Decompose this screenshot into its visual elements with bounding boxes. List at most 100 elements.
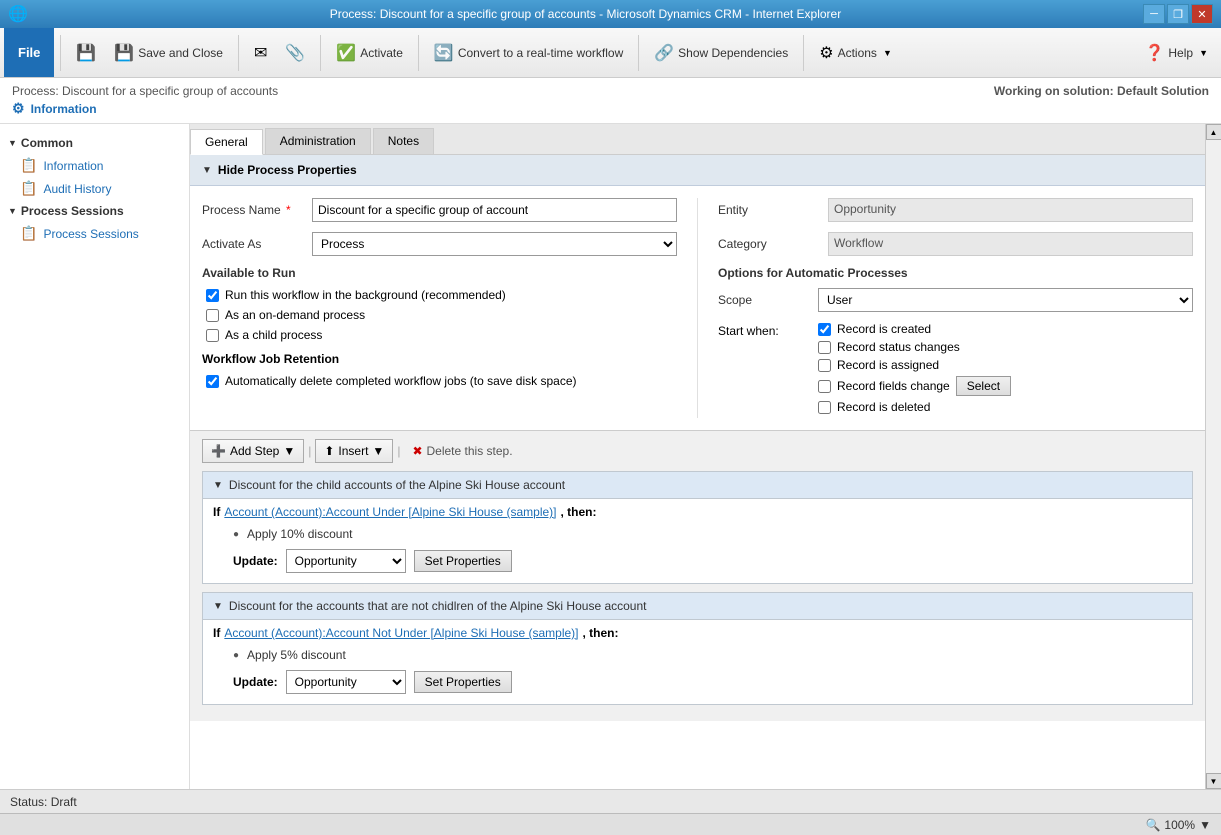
sidebar-item-audit-history[interactable]: 📋 Audit History — [0, 177, 189, 200]
tab-administration[interactable]: Administration — [265, 128, 371, 154]
sidebar-item-information[interactable]: 📋 Information — [0, 154, 189, 177]
props-right: Entity Opportunity Category Workflow Opt… — [697, 198, 1193, 418]
record-assigned-checkbox[interactable] — [818, 359, 831, 372]
run-background-checkbox[interactable] — [206, 289, 219, 302]
step-2-account-link[interactable]: Account (Account):Account Not Under [Alp… — [224, 626, 578, 640]
convert-button[interactable]: 🔄 Convert to a real-time workflow — [425, 34, 632, 72]
add-step-button[interactable]: ➕ Add Step ▼ — [202, 439, 304, 463]
start-when-deleted: Record is deleted — [818, 400, 1011, 414]
page-title: Information — [31, 102, 97, 116]
scroll-up-button[interactable]: ▲ — [1206, 124, 1221, 140]
record-created-label: Record is created — [837, 322, 931, 336]
restore-button[interactable]: ❐ — [1167, 4, 1189, 24]
start-when-area: Start when: Record is created Record sta… — [718, 322, 1193, 418]
activate-icon: ✅ — [336, 43, 356, 63]
props-left: Process Name * Activate As Process Avail… — [202, 198, 697, 418]
record-status-checkbox[interactable] — [818, 341, 831, 354]
convert-icon: 🔄 — [434, 43, 454, 63]
sidebar-group-common: ▼ Common — [0, 132, 189, 154]
activate-button[interactable]: ✅ Activate — [327, 34, 412, 72]
tab-general[interactable]: General — [190, 129, 263, 155]
tab-notes[interactable]: Notes — [373, 128, 434, 154]
step-block-header-1: ▼ Discount for the child accounts of the… — [203, 472, 1192, 499]
step-1-account-link[interactable]: Account (Account):Account Under [Alpine … — [224, 505, 556, 519]
header-area: Process: Discount for a specific group o… — [0, 78, 1221, 124]
step-block-1: ▼ Discount for the child accounts of the… — [202, 471, 1193, 584]
record-assigned-label: Record is assigned — [837, 358, 939, 372]
on-demand-checkbox[interactable] — [206, 309, 219, 322]
record-deleted-checkbox[interactable] — [818, 401, 831, 414]
process-sessions-triangle-icon: ▼ — [8, 206, 17, 216]
select-fields-button[interactable]: Select — [956, 376, 1011, 396]
help-caret-icon: ▼ — [1199, 48, 1208, 58]
email-toolbar-item[interactable]: ✉ — [245, 34, 276, 72]
actions-dropdown[interactable]: ⚙ Actions ▼ — [810, 34, 901, 72]
if-keyword-2: If — [213, 626, 220, 640]
step-2-apply-text: Apply 5% discount — [247, 648, 346, 662]
minimize-button[interactable]: ─ — [1143, 4, 1165, 24]
working-on-solution: Working on solution: Default Solution — [994, 84, 1209, 98]
information-icon: 📋 — [20, 157, 37, 174]
actions-caret-icon: ▼ — [883, 48, 892, 58]
step-collapse-1[interactable]: ▼ — [213, 480, 223, 491]
add-step-caret: ▼ — [283, 444, 295, 458]
toolbar-separator-3 — [320, 35, 321, 71]
on-demand-row: As an on-demand process — [202, 308, 677, 322]
zoom-caret-icon[interactable]: ▼ — [1199, 818, 1211, 832]
scroll-down-button[interactable]: ▼ — [1206, 773, 1221, 789]
start-when-status: Record status changes — [818, 340, 1011, 354]
zoom-bar: 🔍 100% ▼ — [0, 813, 1221, 835]
delete-step-button[interactable]: ✖ Delete this step. — [404, 440, 520, 462]
process-name-label: Process Name * — [202, 203, 312, 217]
sidebar-item-process-sessions[interactable]: 📋 Process Sessions — [0, 222, 189, 245]
toolbar: File 💾 💾 Save and Close ✉ 📎 ✅ Activate 🔄… — [0, 28, 1221, 78]
entity-value: Opportunity — [828, 198, 1193, 222]
step-2-set-properties-button[interactable]: Set Properties — [414, 671, 512, 693]
properties-area: Process Name * Activate As Process Avail… — [190, 186, 1205, 430]
process-sessions-icon: 📋 — [20, 225, 37, 242]
step-collapse-2[interactable]: ▼ — [213, 601, 223, 612]
insert-button[interactable]: ⬆ Insert ▼ — [315, 439, 393, 463]
close-button[interactable]: ✕ — [1191, 4, 1213, 24]
record-created-checkbox[interactable] — [818, 323, 831, 336]
record-fields-checkbox[interactable] — [818, 380, 831, 393]
process-properties-section-header[interactable]: ▼ Hide Process Properties — [190, 155, 1205, 186]
record-deleted-label: Record is deleted — [837, 400, 930, 414]
save-and-close-button[interactable]: 💾 Save and Close — [105, 34, 232, 72]
activate-as-select[interactable]: Process — [312, 232, 677, 256]
steps-sep-1: | — [308, 444, 311, 458]
attach-toolbar-item[interactable]: 📎 — [276, 34, 314, 72]
entity-label: Entity — [718, 203, 828, 217]
step-1-update-select[interactable]: Opportunity — [286, 549, 406, 573]
auto-delete-checkbox[interactable] — [206, 375, 219, 388]
email-icon: ✉ — [254, 43, 267, 63]
steps-sep-2: | — [397, 444, 400, 458]
zoom-level: 100% — [1164, 818, 1195, 832]
sidebar: ▼ Common 📋 Information 📋 Audit History ▼… — [0, 124, 190, 789]
auto-delete-row: Automatically delete completed workflow … — [202, 374, 677, 388]
auto-delete-label: Automatically delete completed workflow … — [225, 374, 577, 388]
dependencies-icon: 🔗 — [654, 43, 674, 63]
file-button[interactable]: File — [4, 28, 54, 77]
scope-select[interactable]: User — [818, 288, 1193, 312]
step-1-if-row: If Account (Account):Account Under [Alpi… — [213, 505, 1182, 519]
title-bar: 🌐 Process: Discount for a specific group… — [0, 0, 1221, 28]
child-process-checkbox[interactable] — [206, 329, 219, 342]
apply-bullet-1: ● — [233, 529, 239, 540]
process-name-input[interactable] — [312, 198, 677, 222]
step-2-update-select[interactable]: Opportunity — [286, 670, 406, 694]
save-icon: 💾 — [76, 43, 96, 63]
title-bar-text: Process: Discount for a specific group o… — [28, 7, 1143, 21]
workflow-retention-label: Workflow Job Retention — [202, 352, 677, 366]
scope-row: Scope User — [718, 288, 1193, 312]
help-dropdown[interactable]: ❓ Help ▼ — [1135, 34, 1217, 72]
steps-area: ➕ Add Step ▼ | ⬆ Insert ▼ | ✖ — [190, 430, 1205, 721]
start-when-created: Record is created — [818, 322, 1011, 336]
audit-history-icon: 📋 — [20, 180, 37, 197]
activate-as-label: Activate As — [202, 237, 312, 251]
content-area: General Administration Notes ▼ Hide Proc… — [190, 124, 1205, 789]
step-1-set-properties-button[interactable]: Set Properties — [414, 550, 512, 572]
step-block-2: ▼ Discount for the accounts that are not… — [202, 592, 1193, 705]
show-dependencies-button[interactable]: 🔗 Show Dependencies — [645, 34, 797, 72]
save-toolbar-item[interactable]: 💾 — [67, 34, 105, 72]
